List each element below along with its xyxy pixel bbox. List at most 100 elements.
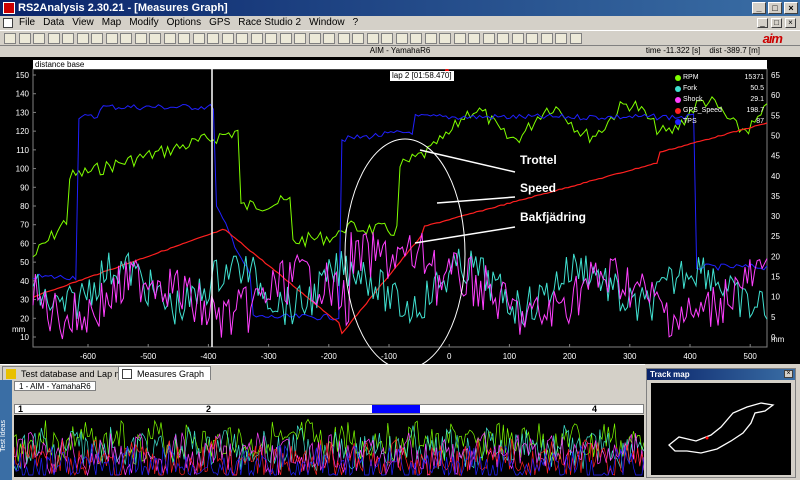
toolbar-button[interactable] bbox=[4, 33, 16, 44]
toolbar-button[interactable] bbox=[105, 33, 118, 44]
toolbar-button[interactable] bbox=[62, 33, 74, 44]
minimize-button[interactable]: _ bbox=[752, 2, 766, 14]
toolbar-button[interactable] bbox=[337, 33, 350, 44]
x-tick: 100 bbox=[503, 352, 517, 361]
toolbar-button[interactable] bbox=[265, 33, 277, 44]
x-tick: 300 bbox=[623, 352, 637, 361]
menu-window[interactable]: Window bbox=[305, 16, 349, 30]
toolbar-button[interactable] bbox=[18, 33, 31, 44]
toolbar-button[interactable] bbox=[366, 33, 379, 44]
menu-options[interactable]: Options bbox=[163, 16, 205, 30]
distance-base-label: distance base bbox=[33, 60, 767, 69]
mdi-restore-button[interactable]: □ bbox=[771, 18, 782, 28]
legend-item-fork[interactable]: Fork 50.5 bbox=[673, 83, 766, 94]
toolbar-button[interactable] bbox=[221, 33, 234, 44]
toolbar-button[interactable] bbox=[395, 33, 408, 44]
toolbar-button[interactable] bbox=[453, 33, 466, 44]
legend-item-shock[interactable]: Shock 29.1 bbox=[673, 94, 766, 105]
lap-overview-panel[interactable]: Test Ideas 1 - AIM - YamahaR6 1 2 4 bbox=[0, 380, 645, 480]
tab-measures-graph[interactable]: Measures Graph bbox=[118, 366, 212, 380]
y-left-tick: 90 bbox=[20, 183, 29, 192]
mdi-close-button[interactable]: × bbox=[785, 18, 796, 28]
toolbar-button[interactable] bbox=[381, 33, 393, 44]
lap-marker-2[interactable]: 2 bbox=[206, 404, 211, 414]
toolbar-button[interactable] bbox=[352, 33, 364, 44]
toolbar-button[interactable] bbox=[511, 33, 524, 44]
menu-bar: File Data View Map Modify Options GPS Ra… bbox=[0, 16, 800, 30]
annotation-speed: Speed bbox=[520, 181, 557, 195]
toolbar-button[interactable] bbox=[482, 33, 495, 44]
legend-item-rpm[interactable]: RPM 15371 bbox=[673, 72, 766, 83]
y-left-tick: 80 bbox=[20, 202, 29, 211]
lap-marker-1[interactable]: 1 bbox=[18, 404, 23, 414]
legend-item-tps[interactable]: TPS 87 bbox=[673, 116, 766, 127]
toolbar-button[interactable] bbox=[76, 33, 89, 44]
toolbar-button[interactable] bbox=[134, 33, 147, 44]
track-map-close-button[interactable]: × bbox=[784, 370, 793, 378]
toolbar-button[interactable] bbox=[424, 33, 437, 44]
toolbar-button[interactable] bbox=[207, 33, 219, 44]
toolbar-button[interactable] bbox=[323, 33, 335, 44]
toolbar-button[interactable] bbox=[540, 33, 553, 44]
legend-value: 87 bbox=[756, 118, 764, 125]
legend-name: TPS bbox=[683, 118, 697, 125]
graph-header: AIM - YamahaR6 time -11.322 [s] dist -38… bbox=[0, 46, 800, 57]
x-tick: -600 bbox=[80, 352, 97, 361]
toolbar-button[interactable] bbox=[236, 33, 248, 44]
toolbar-button[interactable] bbox=[410, 33, 422, 44]
menu-race-studio[interactable]: Race Studio 2 bbox=[234, 16, 305, 30]
toolbar-button[interactable] bbox=[149, 33, 161, 44]
x-tick: 0 bbox=[447, 352, 452, 361]
menu-modify[interactable]: Modify bbox=[125, 16, 162, 30]
y-right-tick: 50 bbox=[771, 131, 780, 140]
legend-item-gps-speed[interactable]: GPS_Speed 198.7 bbox=[673, 105, 766, 116]
x-tick: -100 bbox=[381, 352, 398, 361]
fork-color-icon bbox=[675, 86, 681, 92]
selected-lap-range[interactable] bbox=[372, 405, 420, 413]
overview-plot[interactable] bbox=[14, 415, 644, 477]
track-map-window[interactable]: Track map × bbox=[646, 368, 796, 478]
menu-gps[interactable]: GPS bbox=[205, 16, 234, 30]
maximize-button[interactable]: □ bbox=[768, 2, 782, 14]
overview-background bbox=[14, 415, 644, 477]
toolbar-button[interactable] bbox=[250, 33, 263, 44]
y-right-tick: 10 bbox=[771, 293, 780, 302]
toolbar-button[interactable] bbox=[33, 33, 45, 44]
menu-data[interactable]: Data bbox=[39, 16, 68, 30]
mdi-minimize-button[interactable]: _ bbox=[757, 18, 768, 28]
toolbar-button[interactable] bbox=[120, 33, 132, 44]
toolbar-button[interactable] bbox=[497, 33, 509, 44]
time-readout: time -11.322 [s] bbox=[645, 46, 701, 55]
tab-label: Measures Graph bbox=[137, 369, 205, 379]
toolbar-button[interactable] bbox=[192, 33, 205, 44]
toolbar-button[interactable] bbox=[526, 33, 538, 44]
menu-help[interactable]: ? bbox=[349, 16, 363, 30]
menu-view[interactable]: View bbox=[68, 16, 98, 30]
toolbar-button[interactable] bbox=[294, 33, 306, 44]
y-left-unit: mm bbox=[12, 325, 26, 334]
toolbar-button[interactable] bbox=[308, 33, 321, 44]
toolbar-button[interactable] bbox=[163, 33, 176, 44]
y-right-tick: 60 bbox=[771, 91, 780, 100]
toolbar-button[interactable] bbox=[279, 33, 292, 44]
close-button[interactable]: × bbox=[784, 2, 798, 14]
menu-map[interactable]: Map bbox=[98, 16, 125, 30]
toolbar-button[interactable] bbox=[439, 33, 451, 44]
toolbar-button[interactable] bbox=[569, 33, 582, 44]
y-left-tick: 150 bbox=[16, 71, 30, 80]
legend-name: Fork bbox=[683, 85, 697, 92]
toolbar-button[interactable] bbox=[555, 33, 567, 44]
toolbar-button[interactable] bbox=[178, 33, 190, 44]
graph-icon bbox=[122, 369, 132, 379]
annotation-throttle: Trottel bbox=[520, 153, 557, 167]
toolbar-button[interactable] bbox=[91, 33, 103, 44]
y-right-tick: 20 bbox=[771, 252, 780, 261]
menu-file[interactable]: File bbox=[15, 16, 39, 30]
lap-marker-4[interactable]: 4 bbox=[592, 404, 597, 414]
toolbar-button[interactable] bbox=[47, 33, 60, 44]
cursor-readout: time -11.322 [s] dist -389.7 [m] bbox=[646, 46, 760, 55]
toolbar-button[interactable] bbox=[468, 33, 480, 44]
document-icon[interactable] bbox=[3, 18, 13, 28]
lap-selector-bar[interactable]: 1 2 4 bbox=[14, 404, 644, 414]
x-tick: 200 bbox=[563, 352, 577, 361]
